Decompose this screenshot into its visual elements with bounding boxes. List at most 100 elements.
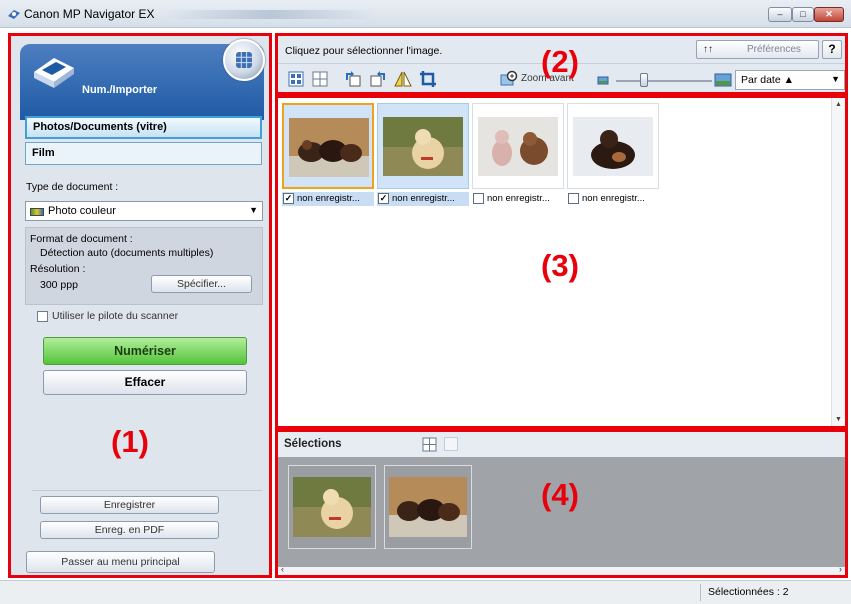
rotate-right-icon[interactable] <box>369 70 387 88</box>
chevron-down-icon: ▼ <box>831 74 840 84</box>
chevron-down-icon: ▼ <box>249 205 258 215</box>
deselect-all-icon[interactable] <box>311 70 329 88</box>
selections-label: Sélections <box>284 438 342 450</box>
status-divider <box>700 584 701 601</box>
maximize-button[interactable]: □ <box>792 7 814 22</box>
clear-button[interactable]: Effacer <box>43 370 247 395</box>
status-bar: Sélectionnées : 2 <box>0 580 851 604</box>
select-all-icon[interactable] <box>287 70 305 88</box>
large-thumbnail-icon[interactable] <box>714 72 732 90</box>
sort-order-value: Par date ▲ <box>741 74 795 86</box>
toolbar: Cliquez pour sélectionner l'image. ↑↑ Pr… <box>275 33 848 95</box>
selected-image-item[interactable] <box>384 465 472 549</box>
main-menu-orb-button[interactable] <box>223 39 265 81</box>
thumbnail-checkbox[interactable]: ✓ <box>378 193 389 204</box>
scan-import-label: Num./Importer <box>82 84 158 96</box>
thumbnail-caption: ✓ non enregistr... <box>377 192 469 206</box>
scroll-down-icon[interactable]: ▼ <box>835 416 842 423</box>
thumbnail-caption: ✓ non enregistr... <box>282 192 374 206</box>
thumbnail-caption-text: non enregistr... <box>487 193 550 204</box>
thumbnail-item[interactable]: non enregistr... <box>472 103 564 211</box>
tab-film[interactable]: Film <box>25 142 262 165</box>
thumbnail-image[interactable] <box>383 117 463 176</box>
minimize-button[interactable]: – <box>768 7 792 22</box>
close-button[interactable]: ✕ <box>814 7 844 22</box>
thumbnail-item[interactable]: ✓ non enregistr... <box>377 103 469 211</box>
save-button[interactable]: Enregistrer <box>40 496 219 514</box>
slider-knob[interactable] <box>640 73 648 87</box>
scroll-right-icon[interactable]: › <box>839 564 842 574</box>
window-title-bar: Canon MP Navigator EX – □ ✕ <box>0 0 851 28</box>
clear-selection-icon[interactable] <box>444 437 458 451</box>
thumbnail-frame <box>377 103 469 189</box>
selected-image-item[interactable] <box>288 465 376 549</box>
annotation-4: (4) <box>541 477 579 512</box>
selected-image[interactable] <box>389 477 467 537</box>
preferences-button[interactable]: ↑↑ Préférences <box>696 40 819 59</box>
thumbnail-checkbox[interactable]: ✓ <box>283 193 294 204</box>
doc-type-select[interactable]: Photo couleur ▼ <box>25 201 263 221</box>
selections-area: (4) <box>278 457 845 567</box>
main-menu-button[interactable]: Passer au menu principal <box>26 551 215 573</box>
selections-header: Sélections <box>278 432 845 457</box>
zoom-in-icon[interactable] <box>500 70 518 88</box>
small-thumbnail-icon[interactable] <box>596 74 610 86</box>
scanner-icon <box>30 52 78 92</box>
vertical-scrollbar[interactable]: ▲ ▼ <box>831 98 845 426</box>
thumbnail-item[interactable]: ✓ non enregistr... <box>282 103 374 211</box>
thumbnail-frame <box>472 103 564 189</box>
title-bar-glow <box>165 10 375 19</box>
selected-count: Sélectionnées : 2 <box>708 586 789 598</box>
app-icon <box>7 7 21 21</box>
left-divider <box>32 490 262 491</box>
horizontal-scrollbar[interactable]: ‹ › <box>278 564 845 575</box>
tab-photos-documents[interactable]: Photos/Documents (vitre) <box>25 116 262 139</box>
preferences-icon: ↑↑ <box>703 44 713 55</box>
thumbnail-frame <box>567 103 659 189</box>
doc-type-value: Photo couleur <box>48 205 116 217</box>
deselect-all-icon[interactable] <box>422 437 437 452</box>
sort-order-select[interactable]: Par date ▲ ▼ <box>735 70 845 90</box>
annotation-1: (1) <box>111 424 149 459</box>
color-photo-icon <box>30 208 44 216</box>
left-panel: Num./Importer Photos/Documents (vitre) F… <box>8 33 272 578</box>
instruction-text: Cliquez pour sélectionner l'image. <box>285 45 443 57</box>
thumbnail-image[interactable] <box>478 117 558 176</box>
selected-image[interactable] <box>293 477 371 537</box>
grid-icon <box>235 51 253 69</box>
resolution-label: Résolution : <box>30 263 86 275</box>
resolution-value: 300 ppp <box>40 279 78 291</box>
thumbnail-image[interactable] <box>289 118 369 177</box>
specify-button[interactable]: Spécifier... <box>151 275 252 293</box>
window-title: Canon MP Navigator EX <box>24 7 155 21</box>
annotation-3: (3) <box>541 248 579 283</box>
preferences-label: Préférences <box>747 44 801 55</box>
scroll-up-icon[interactable]: ▲ <box>835 101 842 108</box>
document-settings-box: Format de document : Détection auto (doc… <box>25 227 263 305</box>
thumbnail-caption-text: non enregistr... <box>582 193 645 204</box>
scan-button[interactable]: Numériser <box>43 337 247 365</box>
doc-type-label: Type de document : <box>26 181 119 193</box>
thumbnail-caption: non enregistr... <box>567 192 659 206</box>
help-button[interactable]: ? <box>822 40 842 59</box>
doc-format-value: Détection auto (documents multiples) <box>40 247 214 259</box>
save-pdf-button[interactable]: Enreg. en PDF <box>40 521 219 539</box>
thumbnail-checkbox[interactable] <box>473 193 484 204</box>
thumbnail-frame <box>282 103 374 189</box>
slider-track <box>616 80 712 82</box>
scroll-left-icon[interactable]: ‹ <box>281 564 284 574</box>
crop-icon[interactable] <box>419 70 437 88</box>
rotate-left-icon[interactable] <box>344 70 362 88</box>
selections-panel: Sélections (4) ‹ › <box>275 429 848 578</box>
thumbnail-item[interactable]: non enregistr... <box>567 103 659 211</box>
flip-icon[interactable] <box>394 70 412 88</box>
thumbnail-caption-text: non enregistr... <box>392 193 455 204</box>
thumbnail-checkbox[interactable] <box>568 193 579 204</box>
doc-format-label: Format de document : <box>30 233 133 245</box>
thumbnail-image[interactable] <box>573 117 653 176</box>
thumbnail-caption: non enregistr... <box>472 192 564 206</box>
thumbnail-caption-text: non enregistr... <box>297 193 360 204</box>
use-scanner-driver-checkbox[interactable] <box>37 311 48 322</box>
annotation-2: (2) <box>541 44 579 79</box>
thumbnail-size-slider[interactable] <box>616 72 712 88</box>
